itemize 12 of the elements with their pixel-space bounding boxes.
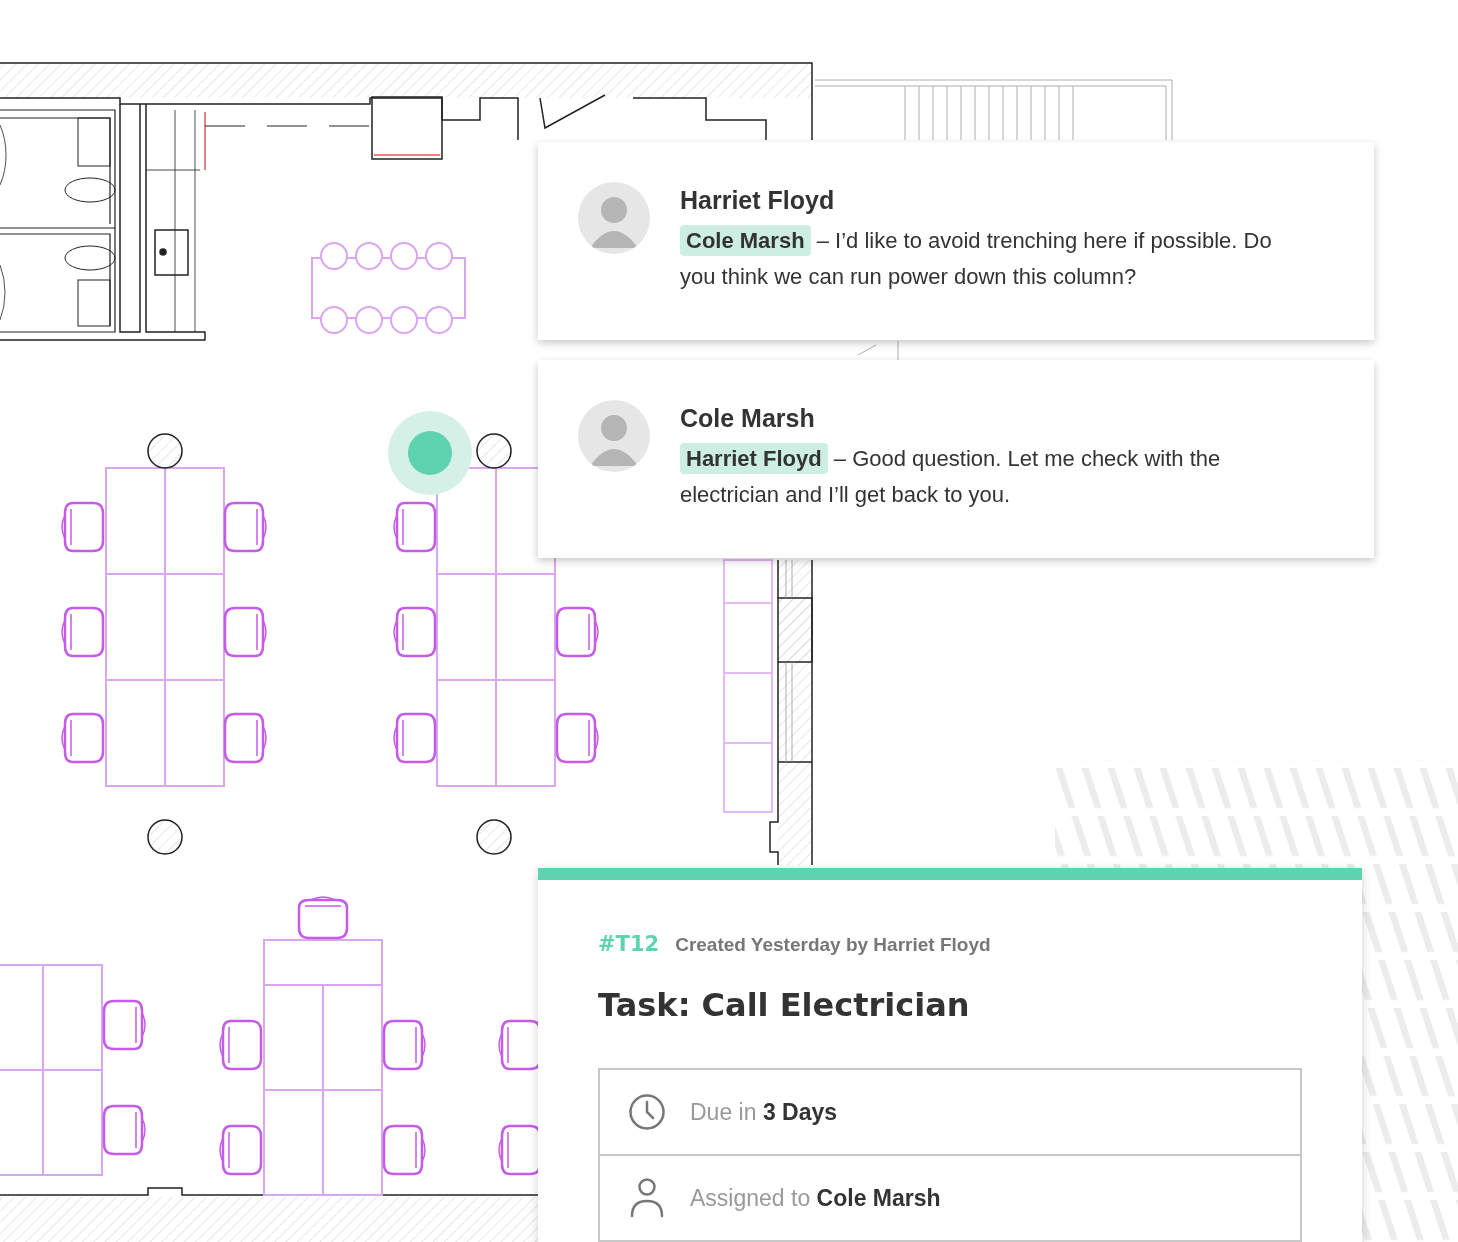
comment-text: Cole Marsh – I’d like to avoid trenching here if possible. Do you think we can run power down this column?: [680, 223, 1310, 295]
location-pin-marker[interactable]: [388, 411, 472, 495]
detail-text: Assigned to Cole Marsh: [690, 1184, 941, 1212]
clock-icon: [628, 1093, 666, 1131]
author-name: Cole Marsh: [680, 404, 816, 433]
detail-text: Due in 3 Days: [690, 1098, 838, 1126]
task-meta: Created Yesterday by Harriet Floyd: [675, 934, 991, 956]
task-id: #T12: [598, 932, 660, 956]
task-title: Task: Call Electrician: [598, 986, 971, 1024]
comment-text: Harriet Floyd – Good question. Let me check with the electrician and I’ll get back to you.: [680, 441, 1310, 513]
person-icon: [628, 1178, 666, 1218]
author-name: Harriet Floyd: [680, 186, 836, 215]
